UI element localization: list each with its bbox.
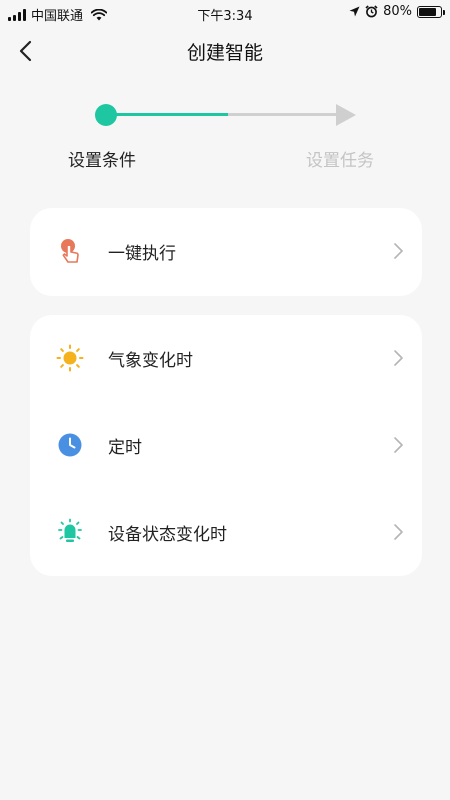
step-current-dot xyxy=(95,104,117,126)
chevron-right-icon xyxy=(394,350,403,366)
chevron-right-icon xyxy=(394,243,403,259)
tap-hand-icon xyxy=(56,237,84,265)
item-label: 定时 xyxy=(108,438,142,458)
alarm-icon xyxy=(365,5,378,18)
stepper: 设置条件 设置任务 xyxy=(0,100,450,180)
clock-icon xyxy=(56,431,84,459)
step-arrow-icon xyxy=(336,104,356,126)
step-label-tasks: 设置任务 xyxy=(306,151,374,171)
bulb-icon xyxy=(56,518,84,546)
timer-item[interactable]: 定时 xyxy=(30,402,422,489)
header: 创建智能 xyxy=(0,26,450,76)
auto-trigger-card: 气象变化时 定时 设备状态变化时 xyxy=(30,315,422,576)
battery-fill xyxy=(419,7,436,16)
sun-icon xyxy=(56,344,84,372)
chevron-right-icon xyxy=(394,437,403,453)
status-right: 80% xyxy=(349,4,445,19)
status-bar: 中国联通 下午3:34 80% xyxy=(0,0,450,26)
chevron-right-icon xyxy=(394,524,403,540)
step-remaining-line xyxy=(228,113,340,116)
item-label: 气象变化时 xyxy=(108,351,193,371)
step-progress-line xyxy=(110,113,228,116)
battery-percent: 80% xyxy=(383,4,412,19)
item-label: 设备状态变化时 xyxy=(108,525,227,545)
item-label: 一键执行 xyxy=(108,244,176,264)
device-state-change-item[interactable]: 设备状态变化时 xyxy=(30,489,422,576)
step-label-conditions: 设置条件 xyxy=(68,151,136,171)
weather-change-item[interactable]: 气象变化时 xyxy=(30,315,422,402)
one-tap-execute-item[interactable]: 一键执行 xyxy=(30,208,422,295)
manual-trigger-card: 一键执行 xyxy=(30,208,422,296)
battery-icon xyxy=(417,5,445,18)
location-icon xyxy=(349,6,360,17)
page-title: 创建智能 xyxy=(186,42,263,64)
